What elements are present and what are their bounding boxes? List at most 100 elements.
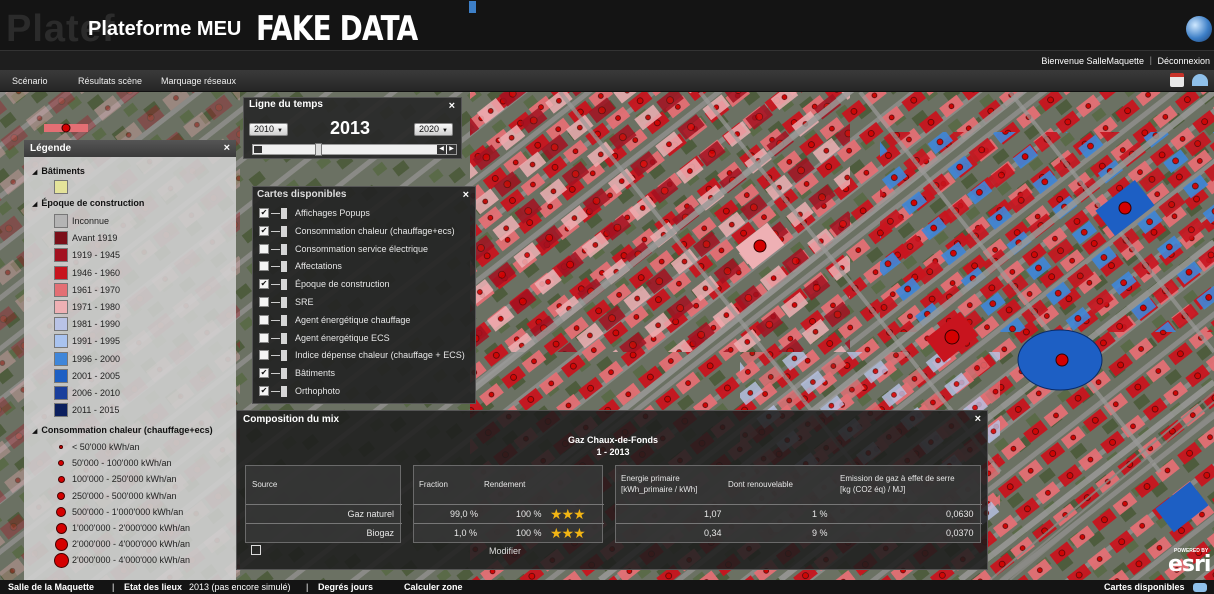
era-swatch [54, 248, 68, 263]
menu-scenario[interactable]: Scénario [12, 76, 48, 86]
legend-section-era[interactable]: ◢ Époque de construction [32, 198, 144, 208]
rendement-cell: 100 % [516, 509, 542, 519]
consumption-label: < 50'000 kWh/an [72, 442, 140, 452]
consumption-dot-icon [58, 460, 64, 467]
consumption-label: 250'000 - 500'000 kWh/an [72, 490, 177, 501]
swatch-buildings [54, 180, 68, 194]
legend-header: Légende × [24, 140, 236, 157]
etat-value: 2013 (pas encore simulé) [189, 582, 291, 592]
era-swatch [54, 368, 68, 383]
layer-item[interactable]: Consommation service électrique [259, 243, 473, 257]
layer-item[interactable]: Agent énergétique ECS [259, 332, 473, 346]
layer-icon [281, 386, 287, 397]
umbrella-icon[interactable] [1192, 74, 1208, 86]
layer-item[interactable]: ✔ Orthophoto [259, 385, 473, 399]
gas-name: Gaz Chaux-de-Fonds [567, 435, 658, 445]
layer-checkbox[interactable] [259, 332, 269, 343]
layer-checkbox[interactable]: ✔ [259, 386, 269, 396]
calculer-zone-link[interactable]: Calculer zone [404, 582, 463, 592]
energie-primaire-unit: [kWh_primaire / kWh] [621, 485, 698, 494]
layer-checkbox[interactable]: ✔ [259, 208, 269, 218]
step-back-icon[interactable]: ◀ [437, 145, 446, 154]
timeline-close-button[interactable]: × [449, 100, 455, 112]
salle-link[interactable]: Salle de la Maquette [8, 582, 94, 592]
layer-checkbox[interactable]: ✔ [259, 279, 269, 290]
layer-checkbox[interactable] [259, 261, 269, 272]
layer-icon [281, 279, 287, 291]
consumption-label: 2'000'000 - 4'000'000 kWh/an [72, 555, 190, 566]
layer-item[interactable]: ✔ Bâtiments [259, 367, 473, 381]
available-maps-close-button[interactable]: × [463, 189, 469, 201]
layer-icon [281, 350, 287, 362]
legend-title: Légende [30, 143, 72, 154]
modifier-button[interactable]: Modifier [489, 546, 521, 556]
calendar-icon[interactable] [1170, 73, 1184, 87]
row-divider [616, 523, 982, 524]
layer-label: Époque de construction [295, 279, 390, 290]
renouvelable-header: Dont renouvelable [728, 480, 793, 489]
source-header: Source [252, 480, 278, 489]
layer-item[interactable]: SRE [259, 296, 473, 310]
collapse-arrow-icon: ◢ [32, 201, 38, 208]
timeline-header: Ligne du temps × [244, 98, 461, 112]
consumption-dot-icon [57, 491, 65, 500]
play-icon[interactable] [254, 146, 262, 153]
layer-item[interactable]: Affectations [259, 260, 473, 274]
end-year-select[interactable]: 2020 ▼ [414, 123, 453, 136]
renouvelable-cell: 9 % [812, 528, 828, 538]
legend-section-buildings[interactable]: ◢ Bâtiments [32, 166, 85, 176]
era-label: 1996 - 2000 [72, 353, 121, 364]
menu-resultats-scene[interactable]: Résultats scène [78, 76, 142, 86]
layer-item[interactable]: Agent énergétique chauffage [259, 314, 473, 328]
legend-close-button[interactable]: × [224, 142, 230, 154]
layer-item[interactable]: ✔ Consommation chaleur (chauffage+ecs) [259, 225, 473, 239]
layer-icon [281, 297, 287, 308]
layer-icon [281, 332, 287, 344]
legend-section-consumption[interactable]: ◢ Consommation chaleur (chauffage+ecs) [32, 425, 213, 435]
consumption-dot-icon [54, 537, 68, 551]
layer-checkbox[interactable] [259, 297, 269, 307]
degres-jours-link[interactable]: Degrés jours [318, 582, 373, 592]
era-swatch [54, 403, 68, 418]
fraction-table: Fraction Rendement 99,0 % 100 % ★★★ 1,0 … [413, 465, 604, 543]
timeline-slider-handle[interactable] [314, 143, 322, 156]
current-year: 2013 [330, 118, 371, 138]
layer-checkbox[interactable]: ✔ [259, 368, 269, 379]
layer-icon [281, 225, 287, 237]
layer-checkbox[interactable] [259, 243, 269, 254]
start-year-select[interactable]: 2010 ▼ [249, 123, 288, 136]
emission-header: Emission de gaz à effet de serre [840, 474, 955, 483]
layer-item[interactable]: ✔ Affichages Popups [259, 207, 473, 221]
timeline-slider[interactable]: ◀ ▶ [252, 143, 457, 156]
consumption-label: 1'000'000 - 2'000'000 kWh/an [72, 523, 190, 533]
step-forward-icon[interactable]: ▶ [447, 145, 456, 154]
layer-label: SRE [295, 297, 314, 307]
era-swatch [54, 351, 68, 366]
layer-icon [281, 314, 287, 326]
mix-title: Composition du mix [243, 414, 340, 425]
layer-checkbox[interactable] [259, 314, 269, 325]
timeline-panel: Ligne du temps × 2010 ▼ 2013 2020 ▼ ◀ ▶ [243, 97, 462, 159]
logout-link[interactable]: Déconnexion [1157, 56, 1210, 66]
mix-header: Composition du mix × [237, 411, 987, 428]
layer-checkbox[interactable]: ✔ [259, 225, 269, 236]
tree-connector [271, 213, 280, 214]
era-swatch [54, 317, 68, 332]
layer-label: Affichages Popups [295, 208, 370, 218]
esri-logo: esri [1168, 552, 1211, 577]
layer-item[interactable]: ✔ Époque de construction [259, 278, 473, 292]
layer-item[interactable]: Indice dépense chaleur (chauffage + ECS) [259, 349, 473, 363]
export-icon[interactable] [251, 545, 261, 555]
tree-connector [271, 391, 280, 392]
layer-icon [281, 368, 287, 380]
etat-label: Etat des lieux [124, 582, 183, 592]
rating-stars-icon: ★★★ [550, 525, 586, 541]
cartes-icon[interactable] [1193, 583, 1207, 592]
layer-checkbox[interactable] [259, 350, 269, 361]
menu-marquage-reseaux[interactable]: Marquage réseaux [161, 76, 236, 86]
cartes-disponibles-link[interactable]: Cartes disponibles [1104, 582, 1185, 592]
globe-icon[interactable] [1186, 16, 1212, 42]
mix-close-button[interactable]: × [975, 413, 981, 425]
source-cell: Biogaz [366, 528, 394, 538]
era-swatch [54, 214, 68, 228]
